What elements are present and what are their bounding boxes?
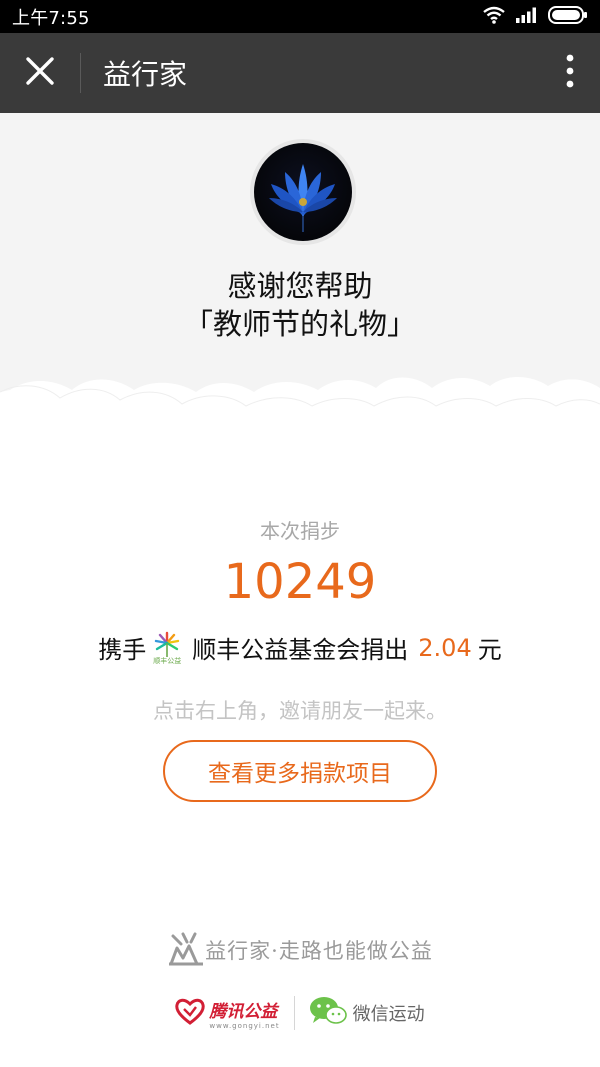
more-options-button[interactable] [540, 33, 600, 113]
heart-icon [175, 997, 206, 1029]
project-avatar [250, 139, 356, 245]
status-icons [482, 5, 588, 28]
title-divider [80, 53, 81, 93]
close-button[interactable] [0, 33, 80, 113]
thanks-heading: 感谢您帮助 [227, 269, 373, 303]
close-icon [25, 56, 55, 90]
wechat-icon [309, 995, 347, 1031]
slogan-text: 益行家·走路也能做公益 [205, 939, 433, 963]
more-projects-button[interactable]: 查看更多捐款项目 [163, 740, 437, 802]
title-bar: 益行家 [0, 33, 600, 113]
page-title: 益行家 [103, 58, 188, 91]
donation-line: 携手 顺丰公益 顺丰公益基金会捐出 2.04 元 [0, 630, 600, 665]
tencent-name: 腾讯公益 [209, 1001, 278, 1022]
yixingjia-logo-icon [167, 930, 205, 970]
foundation-name: 顺丰公益基金会捐出 [192, 636, 409, 664]
currency-unit: 元 [477, 636, 502, 664]
sf-logo-icon [155, 631, 180, 657]
status-bar: 上午7:55 [0, 0, 600, 33]
battery-icon [548, 5, 588, 28]
cloud-divider [0, 360, 600, 440]
tencent-charity-logo: 腾讯公益 www.gongyi.net [175, 997, 279, 1030]
footer-slogan: 益行家·走路也能做公益 [0, 930, 600, 970]
sf-foundation-logo: 顺丰公益 [152, 631, 182, 665]
lotus-image [254, 143, 352, 241]
project-name: 「教师节的礼物」 [183, 307, 416, 341]
wechat-sports-logo: 微信运动 [309, 995, 425, 1031]
sf-logo-text: 顺丰公益 [153, 656, 182, 665]
more-vertical-icon [566, 54, 574, 92]
partner-logos: 腾讯公益 www.gongyi.net 微信运动 [0, 995, 600, 1031]
logo-divider [293, 996, 295, 1030]
tencent-url: www.gongyi.net [209, 1021, 280, 1030]
donation-amount: 2.04 [418, 633, 472, 662]
wifi-icon [482, 6, 506, 28]
status-time: 上午7:55 [12, 7, 90, 29]
donate-prefix: 携手 [98, 636, 147, 664]
invite-hint: 点击右上角，邀请朋友一起来。 [153, 699, 447, 723]
wechat-name: 微信运动 [352, 1004, 425, 1025]
signal-icon [516, 7, 538, 27]
steps-label: 本次捐步 [260, 519, 340, 543]
steps-value: 10249 [223, 554, 377, 610]
